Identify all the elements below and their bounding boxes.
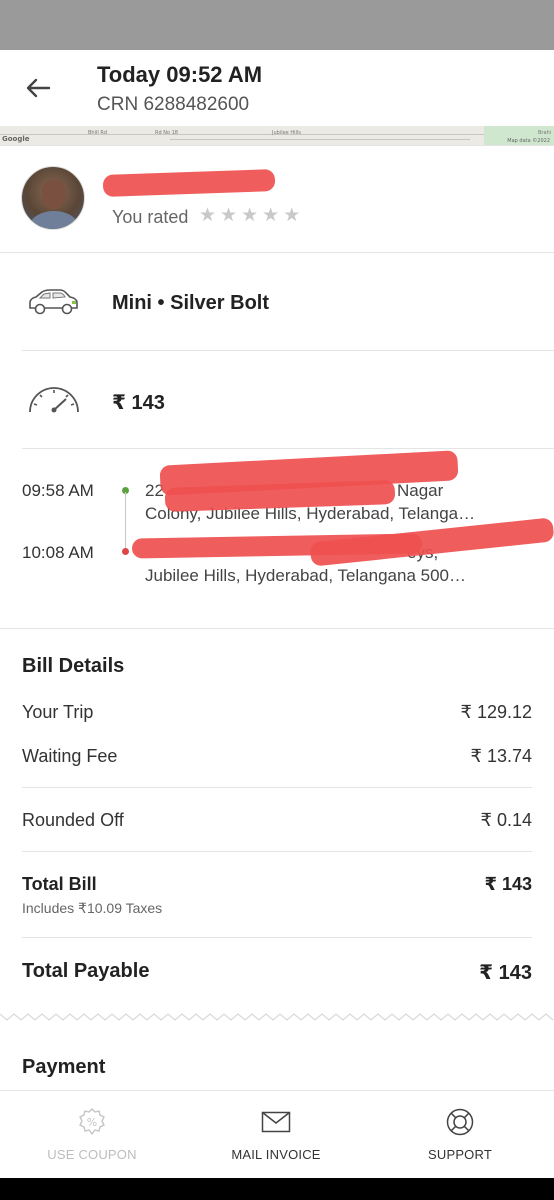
header: Today 09:52 AM CRN 6288482600: [0, 50, 554, 126]
drop-address-line2: Jubilee Hills, Hyderabad, Telangana 500…: [145, 566, 466, 585]
divider: [22, 350, 554, 351]
total-payable-value: ₹ 143: [479, 962, 532, 984]
redacted-driver-name: [102, 169, 276, 197]
route-map[interactable]: Bhill Rd Rd No 18 Jubilee Hills Brahi Go…: [0, 126, 554, 145]
mail-icon: [261, 1107, 291, 1137]
driver-avatar: [21, 166, 85, 230]
map-label: Brahi: [538, 130, 552, 136]
bill-row-label: Rounded Off: [22, 810, 124, 830]
star-icon[interactable]: ★: [220, 205, 237, 227]
bill-row-label: Waiting Fee: [22, 746, 118, 766]
divider: [22, 851, 532, 852]
star-icon[interactable]: ★: [283, 205, 300, 227]
cab-description: Mini • Silver Bolt: [112, 292, 270, 314]
avatar-shirt: [30, 211, 78, 229]
divider: [0, 252, 554, 253]
total-bill-value: ₹ 143: [484, 874, 532, 894]
mail-invoice-button[interactable]: MAIL INVOICE: [184, 1091, 368, 1179]
route-line: [125, 492, 126, 550]
coupon-icon: %: [77, 1107, 107, 1137]
divider: [22, 937, 532, 938]
crn-number: CRN 6288482600: [97, 94, 250, 115]
map-road: [170, 139, 470, 140]
map-credit: Map data ©2022: [507, 138, 550, 144]
receipt-zigzag-edge: [0, 1013, 554, 1021]
divider: [22, 448, 554, 449]
divider: [0, 628, 554, 629]
rated-label: You rated: [112, 207, 189, 227]
car-icon: [29, 289, 78, 315]
avatar-face: [42, 179, 66, 209]
back-button[interactable]: [18, 70, 58, 106]
payment-title: Payment: [22, 1056, 106, 1078]
google-logo: Google: [2, 135, 30, 143]
drop-time: 10:08 AM: [22, 543, 94, 562]
bill-row-value: ₹ 13.74: [470, 746, 533, 766]
support-button[interactable]: SUPPORT: [368, 1091, 552, 1179]
use-coupon-button[interactable]: % USE COUPON: [0, 1091, 184, 1179]
arrow-left-icon: [26, 78, 51, 98]
speedometer-icon: [29, 387, 79, 413]
bill-row-value: ₹ 0.14: [480, 810, 533, 830]
total-payable-label: Total Payable: [22, 960, 150, 982]
ride-time-title: Today 09:52 AM: [97, 62, 263, 87]
lifebuoy-icon: [445, 1107, 475, 1137]
support-label: SUPPORT: [427, 1147, 492, 1162]
bottom-action-bar: % USE COUPON MAIL INVOICE SUPPORT: [0, 1090, 554, 1178]
star-icon[interactable]: ★: [241, 205, 258, 227]
bill-row-label: Your Trip: [22, 702, 94, 722]
use-coupon-label: USE COUPON: [47, 1147, 137, 1162]
divider: [22, 787, 532, 788]
taxes-note: Includes ₹10.09 Taxes: [22, 900, 163, 916]
drop-dot: [122, 548, 129, 555]
bill-row-value: ₹ 129.12: [460, 702, 532, 722]
pickup-time: 09:58 AM: [22, 481, 94, 500]
star-icon[interactable]: ★: [262, 205, 279, 227]
svg-text:%: %: [87, 1116, 97, 1129]
status-bar: [0, 0, 554, 50]
mail-invoice-label: MAIL INVOICE: [231, 1147, 321, 1162]
total-bill-label: Total Bill: [22, 874, 97, 894]
map-label: Bhill Rd: [88, 130, 108, 136]
map-label: Rd No 18: [155, 130, 178, 136]
divider: [0, 145, 554, 146]
map-label: Jubilee Hills: [272, 130, 301, 136]
system-navigation-bar: [0, 1178, 554, 1200]
bill-details-title: Bill Details: [22, 655, 125, 677]
star-icon[interactable]: ★: [199, 205, 216, 227]
rating-stars[interactable]: ★ ★ ★ ★ ★: [199, 205, 300, 227]
fare-amount: ₹ 143: [112, 392, 165, 414]
